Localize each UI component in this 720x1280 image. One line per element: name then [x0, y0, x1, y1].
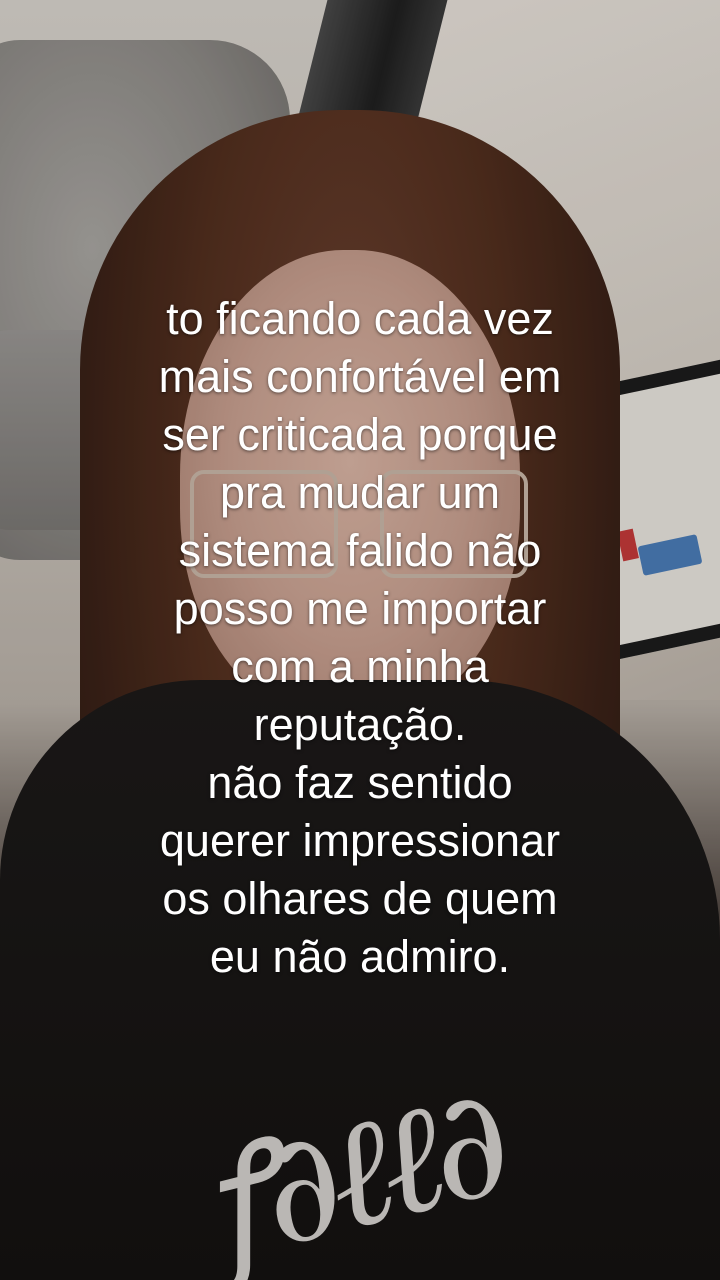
- caption-line: reputação.: [253, 699, 467, 750]
- caption-line: to ficando cada vez: [166, 293, 554, 344]
- caption-line: sistema falido não: [178, 525, 542, 576]
- caption-line: eu não admiro.: [209, 931, 511, 982]
- caption-line: mais confortável em: [158, 351, 562, 402]
- caption-text: to ficando cada vez mais confortável em …: [0, 290, 720, 986]
- caption-line: querer impressionar: [159, 815, 561, 866]
- caption-line: não faz sentido: [207, 757, 513, 808]
- caption-line: pra mudar um: [219, 467, 501, 518]
- caption-line: ser criticada porque: [162, 409, 558, 460]
- caption-line: os olhares de quem: [162, 873, 558, 924]
- caption-line: posso me importar: [173, 583, 547, 634]
- caption-line: com a minha: [231, 641, 489, 692]
